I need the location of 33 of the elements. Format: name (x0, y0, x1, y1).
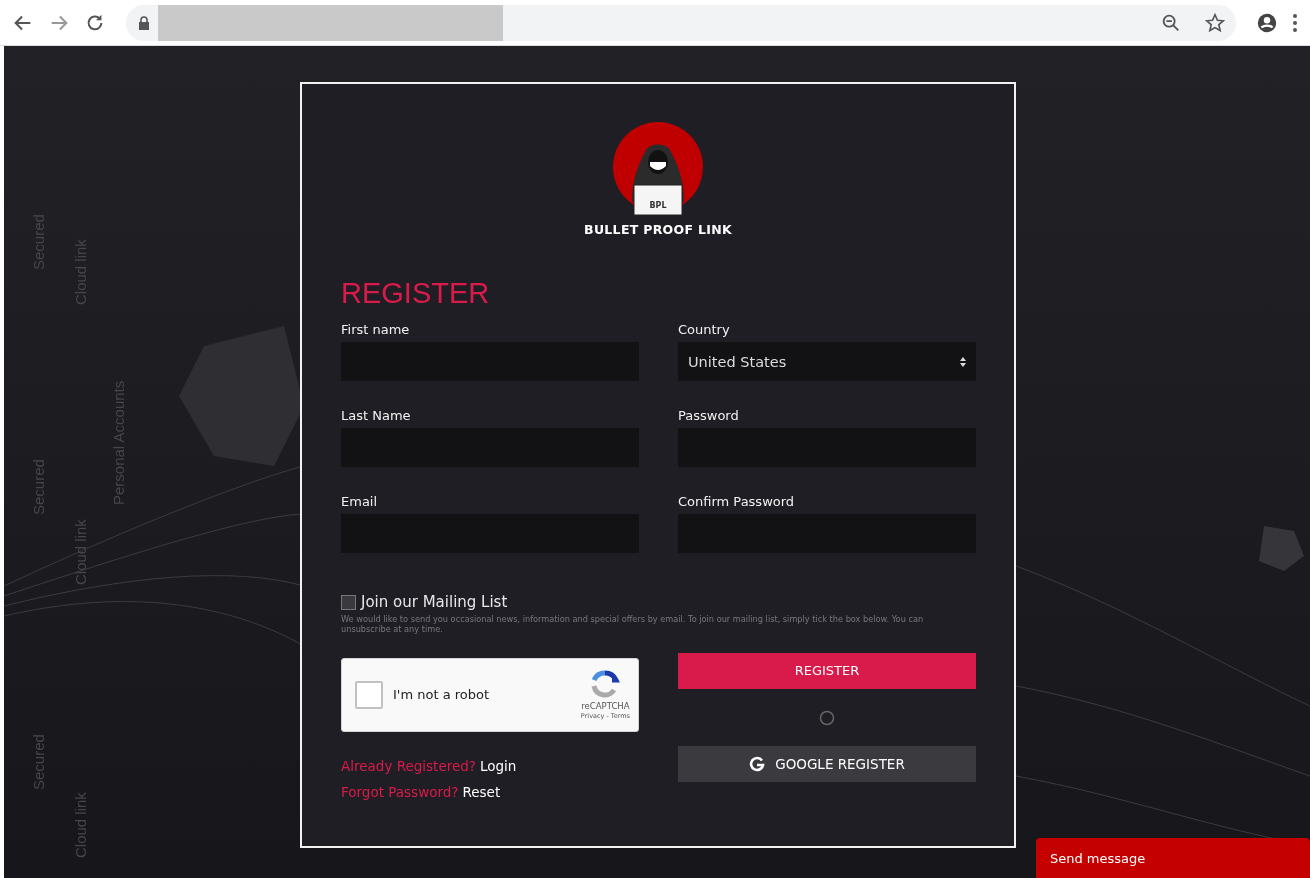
link[interactable]: Login (480, 757, 517, 774)
mailing-checkbox[interactable] (341, 594, 356, 610)
recaptcha-brand: reCAPTCHA (581, 700, 630, 711)
field-label: First name (341, 322, 411, 337)
mailing-note: We would like to send you occasional news, information and special offers by email. To join our mailing list, simply tick the box below. You can unsubscribe at any time. (341, 614, 925, 635)
dropdown-arrows-icon (960, 356, 966, 367)
account-icon[interactable] (1256, 11, 1278, 34)
brand-name: BULLET PROOF LINK (584, 222, 732, 237)
google-icon (749, 755, 766, 772)
logo-badge-text: BPL (649, 199, 667, 212)
captcha-checkbox[interactable] (355, 680, 383, 709)
mailing-label: Join our Mailing List (361, 593, 508, 611)
google-register-button[interactable]: GOOGLE REGISTER (678, 745, 976, 782)
recaptcha-logo-icon (590, 669, 621, 700)
register-button[interactable]: REGISTER (678, 652, 976, 689)
field-label: Password (678, 408, 740, 423)
link-prompt: Forgot Password? (341, 783, 459, 800)
link[interactable]: Reset (462, 783, 501, 800)
hooded-figure-logo-icon (612, 122, 704, 218)
menu-icon[interactable] (1292, 12, 1298, 33)
link-prompt: Already Registered? (341, 757, 476, 774)
country-select[interactable]: United States (678, 342, 976, 381)
spinner-icon (819, 709, 835, 726)
form-title: REGISTER (341, 277, 491, 310)
polyhedron-drawing (1259, 526, 1304, 571)
field-label: Last Name (341, 408, 412, 423)
field-label: Confirm Password (678, 494, 796, 509)
star-icon[interactable] (1204, 11, 1226, 34)
lock-icon (138, 15, 150, 30)
send-message-button[interactable]: Send message (1036, 838, 1310, 878)
field-label: Country (678, 322, 731, 337)
captcha-label: I'm not a robot (393, 687, 491, 702)
field-label: Email (341, 494, 379, 509)
